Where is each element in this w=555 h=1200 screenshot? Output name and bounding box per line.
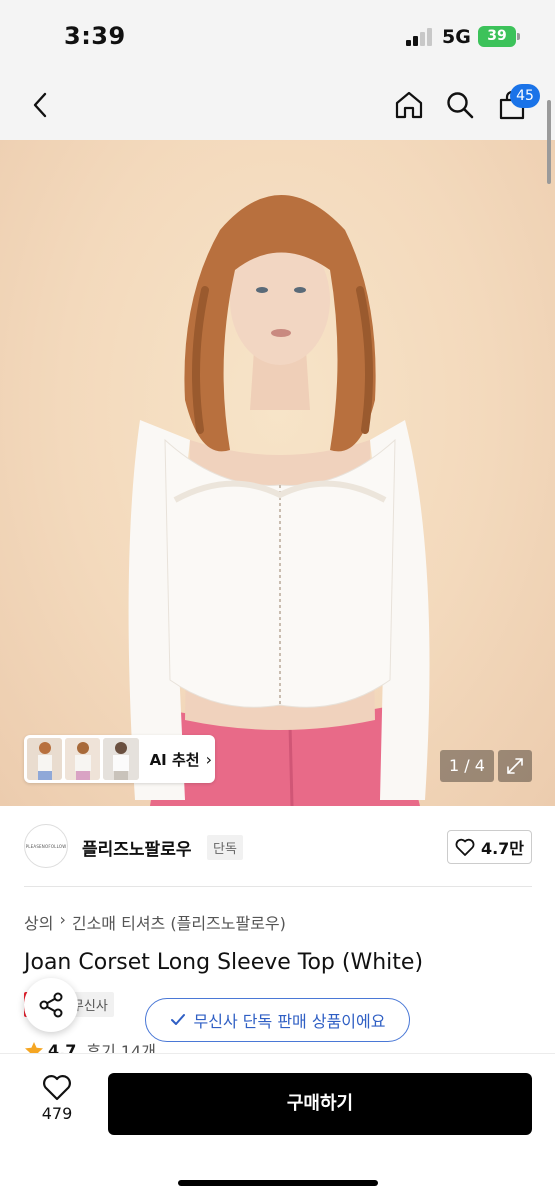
brand-logo[interactable]: PLEASENOFOLLOW <box>24 824 68 868</box>
home-icon <box>395 91 423 119</box>
ai-recommend-label: AI 추천 <box>149 750 200 769</box>
toast-text: 무신사 단독 판매 상품이에요 <box>193 1012 386 1031</box>
image-page-counter: 1 / 4 <box>440 750 494 782</box>
home-indicator <box>178 1180 378 1186</box>
wishlist-count: 479 <box>41 1104 73 1123</box>
share-button[interactable] <box>24 978 78 1032</box>
exclusive-toast: 무신사 단독 판매 상품이에요 <box>145 998 410 1042</box>
expand-image-button[interactable] <box>498 750 532 782</box>
breadcrumb: 상의 › 긴소매 티셔츠 (플리즈노팔로우) <box>24 910 286 934</box>
breadcrumb-separator: › <box>59 910 66 929</box>
divider <box>24 886 532 887</box>
breadcrumb-item[interactable]: 긴소매 티셔츠 (플리즈노팔로우) <box>72 910 286 934</box>
search-icon <box>447 92 474 119</box>
heart-icon <box>455 838 475 856</box>
product-image[interactable]: AI 추천 › 1 / 4 <box>0 140 555 806</box>
heart-icon <box>43 1075 71 1101</box>
product-title: Joan Corset Long Sleeve Top (White) <box>24 950 424 975</box>
bottom-bar: 479 구매하기 <box>0 1053 555 1200</box>
recommend-thumbnail[interactable] <box>103 738 139 780</box>
breadcrumb-item[interactable]: 상의 <box>24 910 53 934</box>
cart-count-badge: 45 <box>510 84 540 108</box>
brand-like-count: 4.7만 <box>480 839 525 858</box>
exclusive-tag: 단독 <box>207 835 243 860</box>
buy-button[interactable]: 구매하기 <box>108 1073 532 1135</box>
status-bar: 3:39 5G 39 <box>0 0 555 70</box>
recommend-thumbnail[interactable] <box>27 738 63 780</box>
brand-row[interactable]: PLEASENOFOLLOW 플리즈노팔로우 단독 4.7만 <box>0 806 555 886</box>
status-time: 3:39 <box>64 22 126 50</box>
signal-icon <box>406 28 434 46</box>
network-label: 5G <box>442 26 471 48</box>
back-button[interactable] <box>20 84 62 126</box>
ai-recommend-strip[interactable]: AI 추천 › <box>24 735 215 783</box>
battery-level: 39 <box>487 28 507 44</box>
brand-like-button[interactable]: 4.7만 <box>447 830 532 864</box>
expand-icon <box>507 758 523 774</box>
battery-icon: 39 <box>478 26 520 47</box>
recommend-thumbnail[interactable] <box>65 738 101 780</box>
scrollbar[interactable] <box>547 100 551 184</box>
nav-bar <box>0 70 555 140</box>
brand-name[interactable]: 플리즈노팔로우 <box>82 835 191 860</box>
wishlist-button[interactable]: 479 <box>24 1074 90 1134</box>
home-button[interactable] <box>388 84 430 126</box>
back-icon <box>33 92 47 118</box>
model-photo <box>128 195 430 806</box>
chevron-right-icon: › <box>205 749 212 769</box>
search-button[interactable] <box>439 84 481 126</box>
share-icon <box>39 992 63 1018</box>
checkmark-icon <box>170 1014 185 1025</box>
